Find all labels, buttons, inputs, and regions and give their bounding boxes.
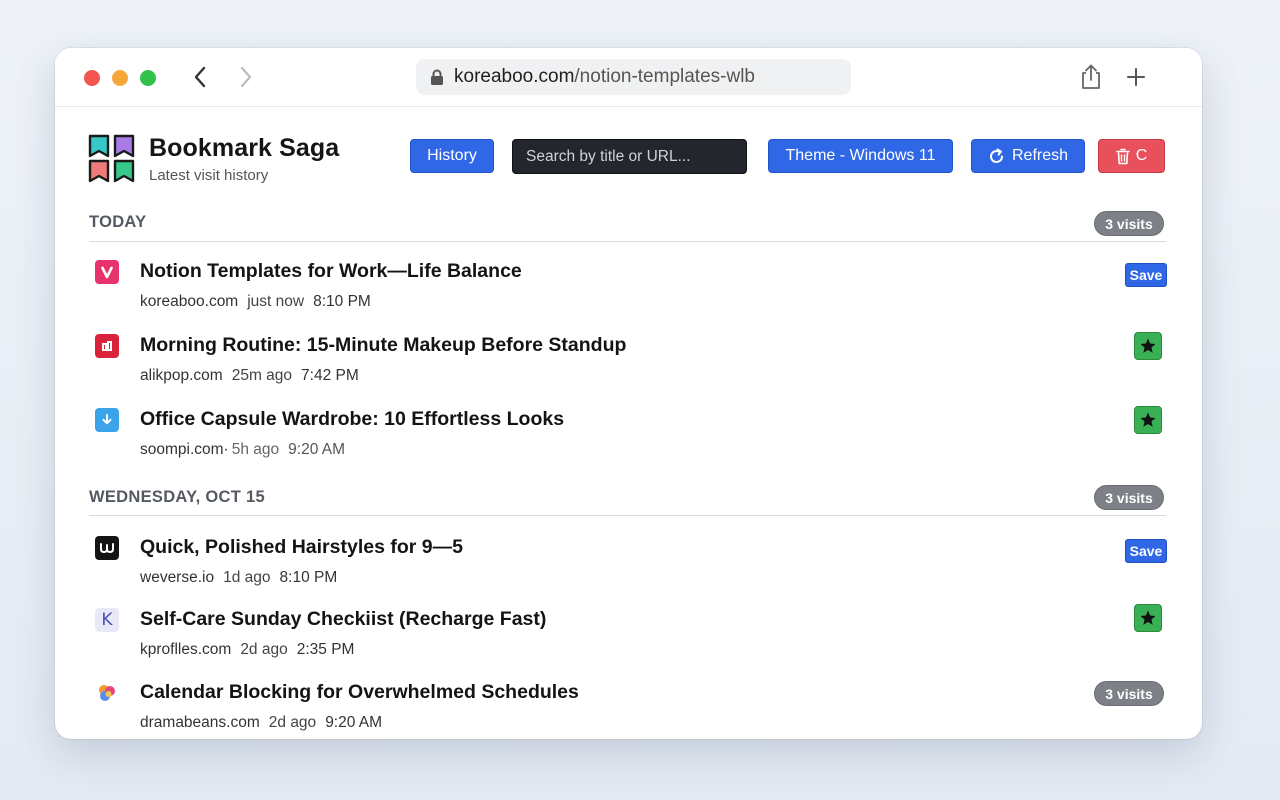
item-relative-time: 5h ago [231, 441, 280, 458]
item-time: 9:20 AM [325, 714, 383, 731]
item-meta: koreaboo.com just now 8:10 PM [140, 293, 380, 311]
item-domain: kproflles.com [140, 641, 232, 658]
refresh-label: Refresh [1011, 147, 1069, 164]
item-time: 8:10 PM [313, 293, 371, 310]
section-title-today: TODAY [89, 213, 147, 231]
theme-button[interactable]: Theme - Windows 11 [768, 139, 953, 173]
item-title-link[interactable]: Office Capsule Wardrobe: 10 Effortless L… [140, 408, 564, 431]
item-title-link[interactable]: Quick, Polished Hairstyles for 9—5 [140, 536, 463, 559]
history-item: K Self-Care Sunday Checkiist (Recharge F… [89, 604, 1169, 668]
star-icon [1140, 610, 1156, 625]
item-relative-time: just now [247, 293, 305, 310]
trash-icon [1115, 148, 1130, 165]
url-path: /notion-templates-wlb [574, 66, 755, 87]
chevron-left-icon [194, 66, 206, 88]
save-button[interactable]: Save [1125, 263, 1167, 287]
allkpop-icon [95, 334, 119, 358]
browser-toolbar: koreaboo.com/notion-templates-wlb [55, 48, 1202, 107]
star-button[interactable] [1134, 406, 1162, 434]
dramabeans-icon [95, 681, 119, 705]
item-relative-time: 25m ago [231, 367, 293, 384]
url-host: koreaboo.com [454, 66, 575, 87]
item-domain: koreaboo.com [140, 293, 239, 310]
item-meta: kproflles.com 2d ago 2:35 PM [140, 641, 363, 659]
plus-icon [1127, 68, 1145, 86]
star-icon [1140, 338, 1156, 353]
download-arrow-icon [95, 408, 119, 432]
history-item: Office Capsule Wardrobe: 10 Effortless L… [89, 406, 1169, 468]
item-meta: alikpop.com 25m ago 7:42 PM [140, 367, 368, 385]
item-title-link[interactable]: Notion Templates for Work—Life Balance [140, 260, 522, 283]
bookmark-logo-icon [88, 134, 135, 183]
history-item: Quick, Polished Hairstyles for 9—5 wever… [89, 536, 1169, 596]
item-meta: weverse.io 1d ago 8:10 PM [140, 569, 346, 587]
refresh-icon [988, 148, 1005, 165]
item-meta: soompi.com· 5h ago 9:20 AM [140, 441, 354, 459]
item-time: 7:42 PM [301, 367, 359, 384]
lock-icon [430, 69, 444, 86]
refresh-button[interactable]: Refresh [971, 139, 1085, 173]
search-input[interactable]: Search by title or URL... [512, 139, 747, 174]
new-tab-button[interactable] [1122, 63, 1150, 91]
item-relative-time: 2d ago [240, 641, 288, 658]
close-window-button[interactable] [84, 70, 100, 86]
item-domain: alikpop.com [140, 367, 223, 384]
browser-window: koreaboo.com/notion-templates-wlb Bookma… [55, 48, 1202, 739]
star-button[interactable] [1134, 332, 1162, 360]
save-button[interactable]: Save [1125, 539, 1167, 563]
visits-badge: 3 visits [1094, 485, 1164, 510]
star-icon [1140, 412, 1156, 427]
star-button[interactable] [1134, 604, 1162, 632]
visits-badge: 3 visits [1094, 211, 1164, 236]
section-title-wednesday: WEDNESDAY, OCT 15 [89, 488, 265, 506]
item-meta: dramabeans.com 2d ago 9:20 AM [140, 714, 391, 732]
item-domain: weverse.io [140, 569, 215, 586]
forward-button[interactable] [233, 64, 259, 90]
item-title-link[interactable]: Self-Care Sunday Checkiist (Recharge Fas… [140, 608, 546, 631]
item-relative-time: 2d ago [268, 714, 317, 731]
share-icon [1082, 64, 1100, 89]
clear-label: C [1135, 147, 1148, 164]
history-item: Notion Templates for Work—Life Balance k… [89, 260, 1169, 320]
address-bar[interactable]: koreaboo.com/notion-templates-wlb [416, 59, 851, 95]
item-time: 9:20 AM [288, 441, 346, 458]
item-title-link[interactable]: Calendar Blocking for Overwhelmed Schedu… [140, 681, 579, 704]
weverse-icon [95, 536, 119, 560]
share-button[interactable] [1077, 63, 1105, 91]
history-item: Morning Routine: 15-Minute Makeup Before… [89, 332, 1169, 394]
visits-badge: 3 visits [1094, 681, 1164, 706]
item-time: 2:35 PM [296, 641, 355, 658]
item-relative-time: 1d ago [223, 569, 271, 586]
item-domain: soompi.com· [140, 441, 229, 458]
v-letter-icon [95, 260, 119, 284]
item-domain: dramabeans.com [140, 714, 260, 731]
k-letter-icon: K [95, 608, 119, 632]
history-button[interactable]: History [410, 139, 494, 173]
clear-button[interactable]: C [1098, 139, 1165, 173]
item-title-link[interactable]: Morning Routine: 15-Minute Makeup Before… [140, 334, 626, 357]
history-item: Calendar Blocking for Overwhelmed Schedu… [89, 681, 1169, 739]
app-title: Bookmark Saga [149, 134, 340, 162]
back-button[interactable] [187, 64, 213, 90]
item-time: 8:10 PM [279, 569, 338, 586]
maximize-window-button[interactable] [140, 70, 156, 86]
app-subtitle: Latest visit history [149, 167, 269, 184]
section-divider [89, 241, 1166, 242]
section-divider [89, 515, 1166, 516]
chevron-right-icon [240, 66, 252, 88]
minimize-window-button[interactable] [112, 70, 128, 86]
